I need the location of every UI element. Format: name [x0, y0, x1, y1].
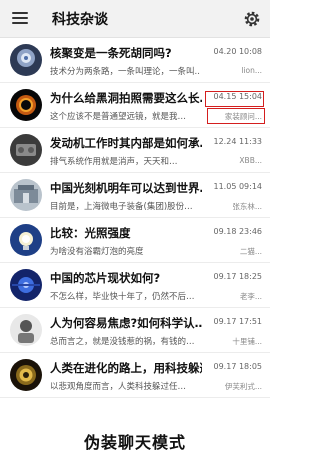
topic-title: 人类在进化的路上，用科技躲避了多少…: [50, 361, 202, 375]
sender-name: 张东林...: [232, 202, 262, 211]
timestamp: 12.24 11:33: [213, 137, 263, 146]
message-preview: 这个应该不是普通望远镜，就是我…: [50, 112, 187, 122]
topic-title: 人为何容易焦虑?如何科学认…: [50, 316, 202, 330]
message-preview: 目前是，上海微电子装备(集团)股份…: [50, 202, 193, 212]
avatar: [10, 359, 42, 391]
avatar: [10, 44, 42, 76]
sender-name: 二猫...: [239, 247, 262, 256]
app-title: 科技杂谈: [52, 12, 108, 28]
list-item[interactable]: 人为何容易焦虑?如何科学认… 总而言之，就是没钱惹的祸，有钱的… 09.17 1…: [0, 308, 270, 353]
list-item[interactable]: 中国的芯片现状如何? 不怎么样，毕业快十年了，仍然不后… 09.17 18:25…: [0, 263, 270, 308]
message-preview: 技术分为两条路，一条叫理论，一条叫...: [50, 67, 200, 77]
avatar: [10, 134, 42, 166]
list-item[interactable]: 发动机工作时其内部是如何承… 排气系统作用就是消声，天天和… 12.24 11:…: [0, 128, 270, 173]
message-preview: 为啥没有浴霸灯泡的亮度: [50, 247, 144, 257]
topic-title: 比较：光照强度: [50, 226, 131, 240]
sender-name: 十里铺...: [232, 337, 262, 346]
avatar: [10, 179, 42, 211]
app-bar: 科技杂谈: [0, 0, 270, 38]
gear-icon[interactable]: [242, 9, 262, 29]
timestamp: 11.05 09:14: [213, 182, 263, 191]
topic-title: 中国的芯片现状如何?: [50, 271, 161, 285]
sender-name: 老李...: [239, 292, 262, 301]
message-preview: 排气系统作用就是消声，天天和…: [50, 157, 178, 167]
avatar: [10, 89, 42, 121]
list-item[interactable]: 核聚变是一条死胡同吗? 技术分为两条路，一条叫理论，一条叫... 04.20 1…: [0, 38, 270, 83]
list-item[interactable]: 人类在进化的路上，用科技躲避了多少… 以悲观角度而言，人类科技躲过任… 09.1…: [0, 353, 270, 398]
message-preview: 总而言之，就是没钱惹的祸，有钱的…: [50, 337, 195, 347]
topic-title: 为什么给黑洞拍照需要这么长…: [50, 91, 202, 105]
sender-name: lion...: [241, 66, 262, 75]
timestamp: 09.17 18:05: [213, 362, 263, 371]
hamburger-menu-icon[interactable]: [12, 12, 28, 25]
timestamp: 09.18 23:46: [213, 227, 263, 236]
topic-title: 核聚变是一条死胡同吗?: [50, 46, 172, 60]
avatar: [10, 224, 42, 256]
sender-name: 伊芙利式...: [224, 382, 262, 391]
topic-title: 发动机工作时其内部是如何承…: [50, 136, 202, 150]
avatar: [10, 314, 42, 346]
timestamp: 04.20 10:08: [213, 47, 263, 56]
message-preview: 不怎么样，毕业快十年了，仍然不后…: [50, 292, 195, 302]
sender-name: XBB...: [239, 156, 262, 165]
topic-title: 中国光刻机明年可以达到世界…: [50, 181, 202, 195]
list-item[interactable]: 中国光刻机明年可以达到世界… 目前是，上海微电子装备(集团)股份… 11.05 …: [0, 173, 270, 218]
list-item[interactable]: 比较：光照强度 为啥没有浴霸灯泡的亮度 09.18 23:46 二猫...: [0, 218, 270, 263]
message-preview: 以悲观角度而言，人类科技躲过任…: [50, 382, 187, 392]
timestamp: 09.17 18:25: [213, 272, 263, 281]
mode-caption: 伪装聊天模式: [83, 433, 186, 452]
avatar: [10, 269, 42, 301]
timestamp-highlight-box: [205, 91, 264, 107]
timestamp: 09.17 17:51: [213, 317, 263, 326]
sender-highlight-box: [207, 108, 265, 124]
